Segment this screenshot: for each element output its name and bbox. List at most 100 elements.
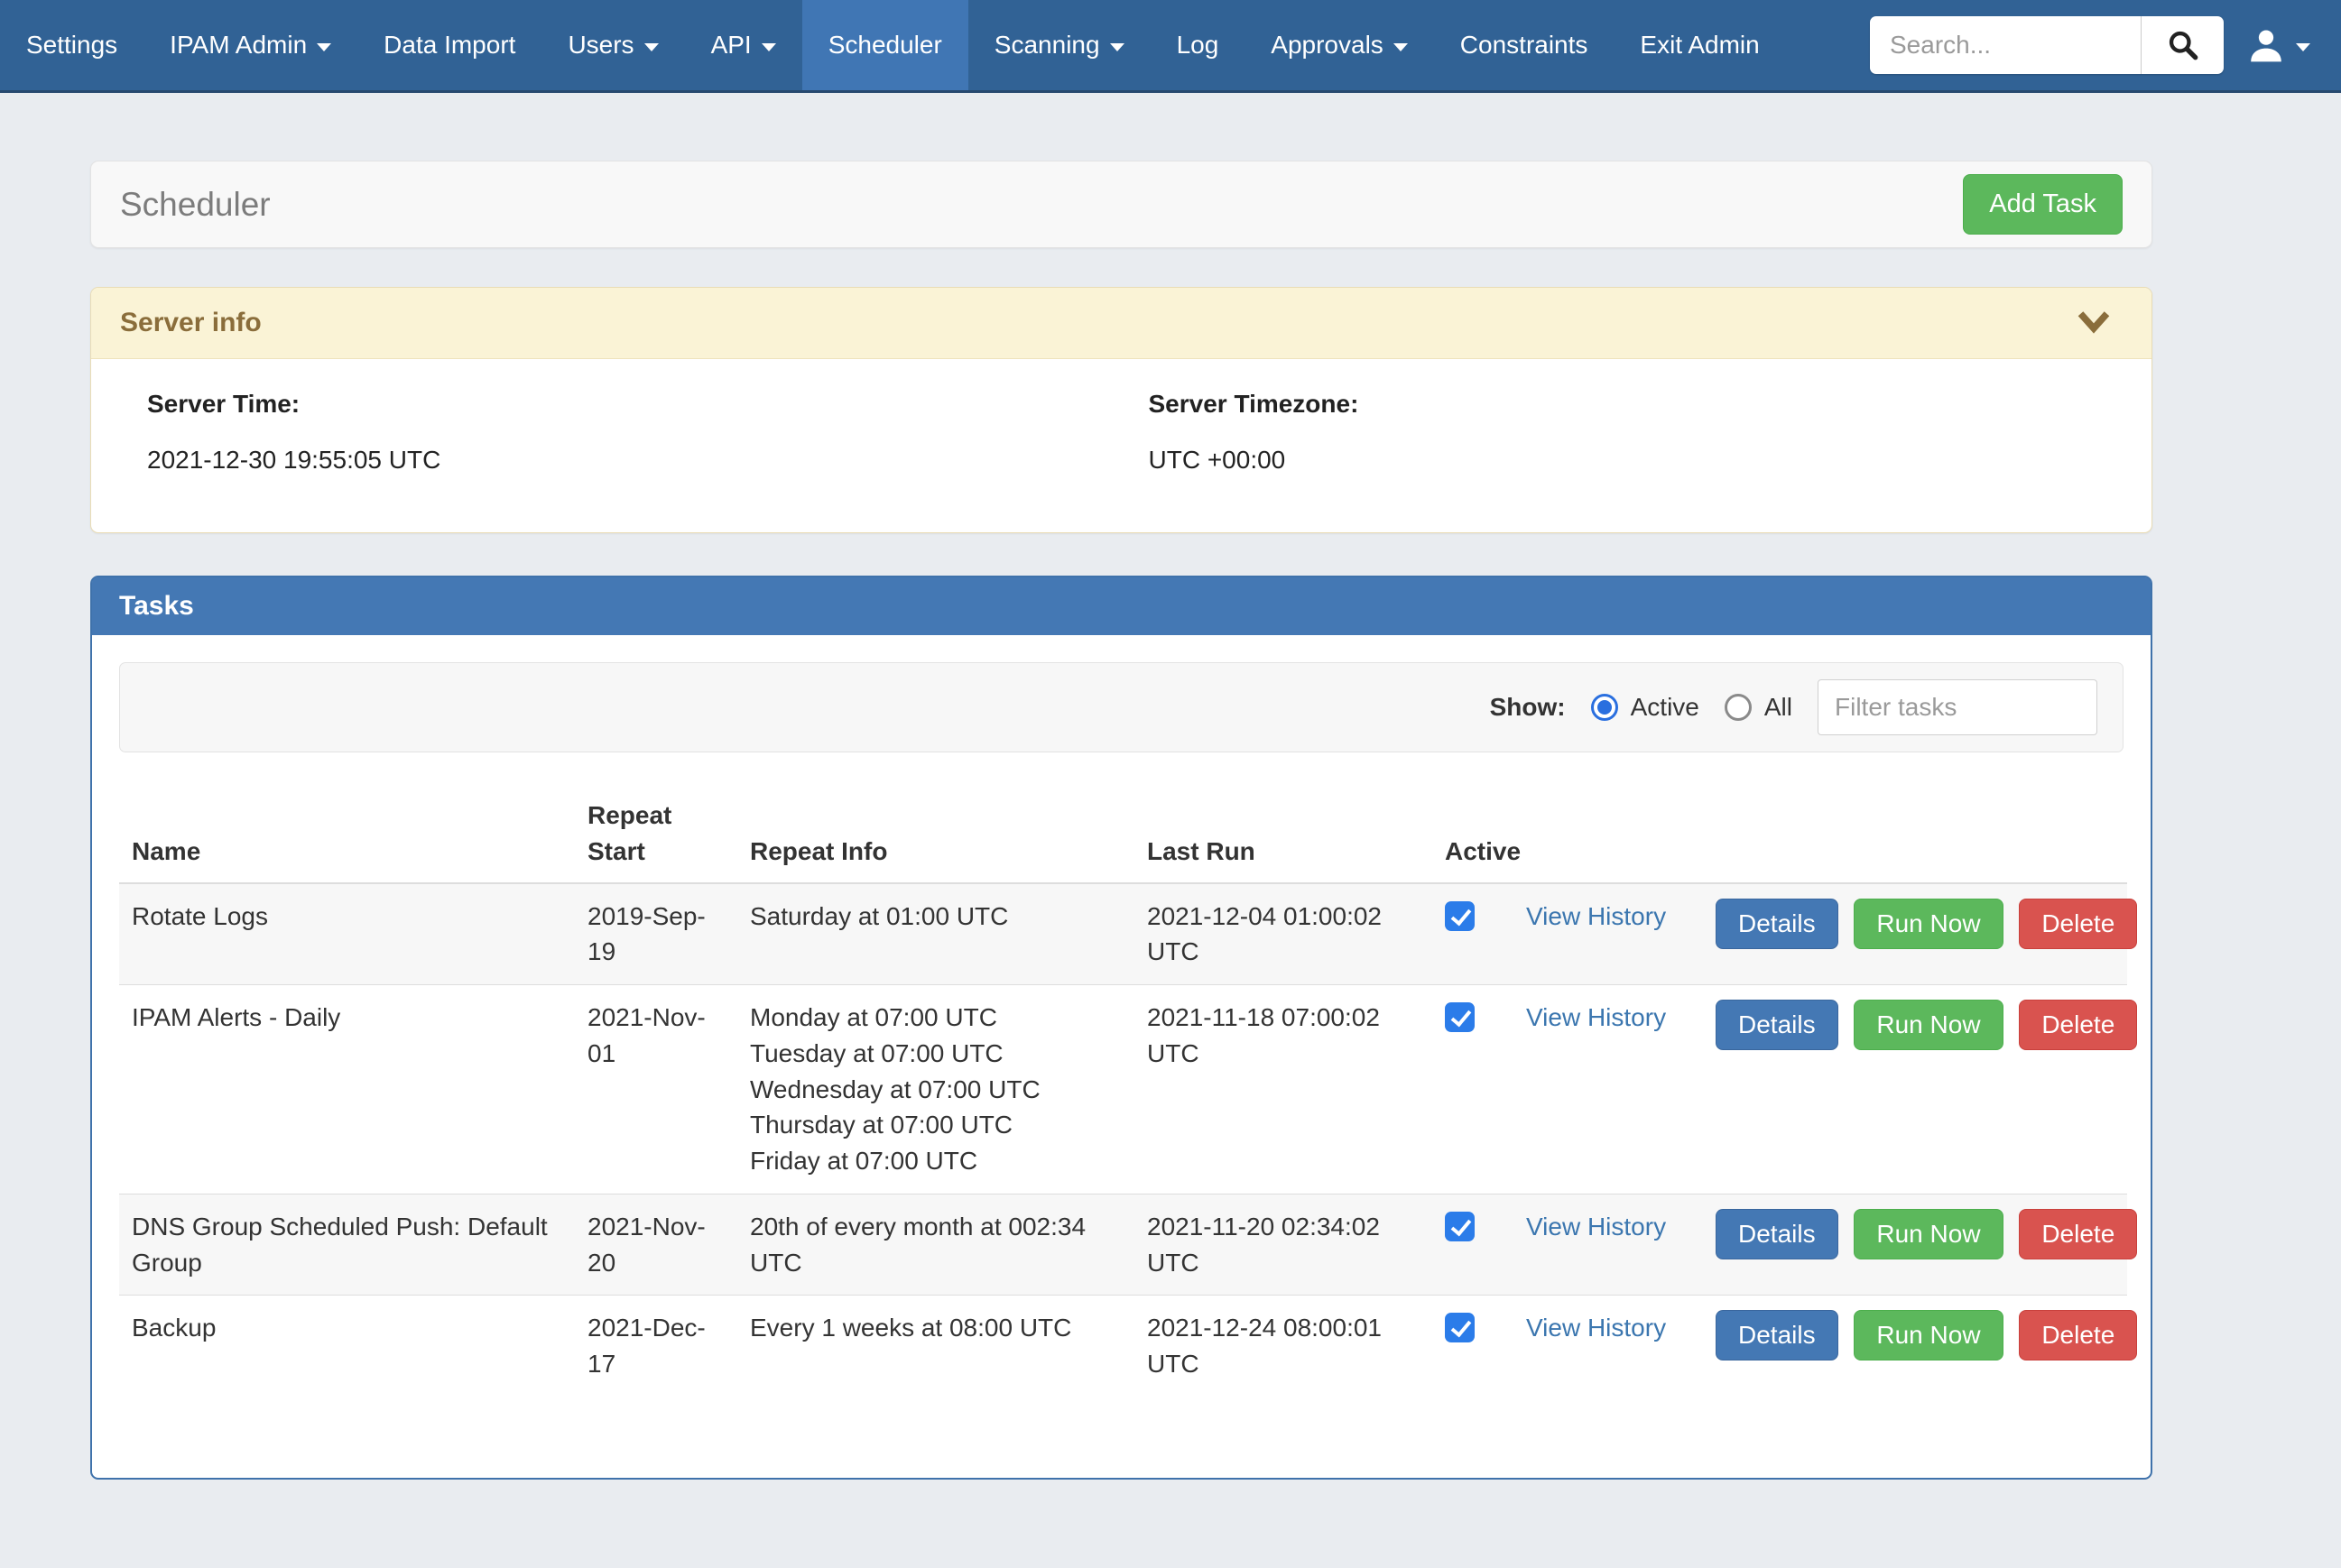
- view-history-link[interactable]: View History: [1526, 1003, 1666, 1031]
- delete-button[interactable]: Delete: [2019, 1209, 2137, 1259]
- task-repeat-info: Saturday at 01:00 UTC: [737, 883, 1134, 985]
- details-button[interactable]: Details: [1716, 1000, 1838, 1050]
- nav-item-approvals[interactable]: Approvals: [1245, 0, 1434, 90]
- radio-show-active[interactable]: Active: [1591, 693, 1699, 722]
- server-time-label: Server Time:: [147, 390, 1122, 419]
- filter-tasks-input[interactable]: [1818, 679, 2097, 735]
- page-title: Scheduler: [120, 186, 271, 224]
- task-name: DNS Group Scheduled Push: Default Group: [119, 1194, 575, 1296]
- task-repeat-info: 20th of every month at 002:34 UTC: [737, 1194, 1134, 1296]
- details-button[interactable]: Details: [1716, 899, 1838, 949]
- delete-button[interactable]: Delete: [2019, 1310, 2137, 1360]
- collapse-toggle-button[interactable]: [2065, 311, 2123, 335]
- chevron-down-icon: [1393, 43, 1408, 51]
- task-repeat-start: 2019-Sep-19: [575, 883, 737, 985]
- server-time-value: 2021-12-30 19:55:05 UTC: [147, 446, 1122, 475]
- nav-item-ipam-admin[interactable]: IPAM Admin: [143, 0, 357, 90]
- radio-show-all[interactable]: All: [1725, 693, 1792, 722]
- navbar-right: [1870, 0, 2341, 90]
- tasks-filter-bar: Show: Active All: [119, 662, 2124, 752]
- col-header-active: Active: [1432, 785, 1513, 883]
- nav-items: Settings IPAM Admin Data Import Users AP…: [0, 0, 1786, 90]
- task-repeat-start: 2021-Dec-17: [575, 1296, 737, 1397]
- server-timezone-value: UTC +00:00: [1149, 446, 2124, 475]
- task-last-run: 2021-11-20 02:34:02 UTC: [1134, 1194, 1432, 1296]
- view-history-link[interactable]: View History: [1526, 902, 1666, 930]
- col-header-name: Name: [119, 785, 575, 883]
- table-row: Rotate Logs 2019-Sep-19 Saturday at 01:0…: [119, 883, 2127, 985]
- task-name: IPAM Alerts - Daily: [119, 985, 575, 1194]
- server-info-title: Server info: [120, 308, 262, 338]
- top-navbar: Settings IPAM Admin Data Import Users AP…: [0, 0, 2341, 93]
- search-icon: [2167, 29, 2199, 61]
- table-row: IPAM Alerts - Daily 2021-Nov-01 Monday a…: [119, 985, 2127, 1194]
- radio-active-label: Active: [1631, 693, 1699, 722]
- nav-item-exit-admin[interactable]: Exit Admin: [1614, 0, 1785, 90]
- table-row: Backup 2021-Dec-17 Every 1 weeks at 08:0…: [119, 1296, 2127, 1397]
- run-now-button[interactable]: Run Now: [1854, 899, 2003, 949]
- nav-item-data-import[interactable]: Data Import: [357, 0, 541, 90]
- task-active-checkbox[interactable]: [1445, 1212, 1475, 1241]
- view-history-link[interactable]: View History: [1526, 1213, 1666, 1241]
- task-name: Rotate Logs: [119, 883, 575, 985]
- tasks-panel-body: Show: Active All Name: [92, 635, 2151, 1478]
- tasks-table-body: Rotate Logs 2019-Sep-19 Saturday at 01:0…: [119, 883, 2127, 1397]
- nav-item-settings[interactable]: Settings: [0, 0, 143, 90]
- run-now-button[interactable]: Run Now: [1854, 1000, 2003, 1050]
- task-repeat-info: Every 1 weeks at 08:00 UTC: [737, 1296, 1134, 1397]
- task-active-checkbox[interactable]: [1445, 1313, 1475, 1342]
- col-header-last-run: Last Run: [1134, 785, 1432, 883]
- server-time-block: Server Time: 2021-12-30 19:55:05 UTC: [120, 390, 1122, 475]
- tasks-panel: Tasks Show: Active All: [90, 576, 2152, 1480]
- task-last-run: 2021-11-18 07:00:02 UTC: [1134, 985, 1432, 1194]
- chevron-down-icon: [2077, 311, 2110, 335]
- scheduler-title-panel: Scheduler Add Task: [90, 161, 2152, 248]
- task-active-checkbox[interactable]: [1445, 1002, 1475, 1032]
- nav-item-constraints[interactable]: Constraints: [1434, 0, 1615, 90]
- table-header-row: Name Repeat Start Repeat Info Last Run A…: [119, 785, 2127, 883]
- chevron-down-icon: [762, 43, 776, 51]
- radio-all-icon[interactable]: [1725, 694, 1752, 721]
- col-header-repeat-start: Repeat Start: [575, 785, 737, 883]
- view-history-link[interactable]: View History: [1526, 1314, 1666, 1342]
- col-header-actions: [1703, 785, 2127, 883]
- task-repeat-info: Monday at 07:00 UTCTuesday at 07:00 UTCW…: [737, 985, 1134, 1194]
- nav-item-scheduler[interactable]: Scheduler: [802, 0, 968, 90]
- task-last-run: 2021-12-24 08:00:01 UTC: [1134, 1296, 1432, 1397]
- chevron-down-icon: [317, 43, 331, 51]
- show-label: Show:: [1490, 693, 1566, 722]
- run-now-button[interactable]: Run Now: [1854, 1209, 2003, 1259]
- task-last-run: 2021-12-04 01:00:02 UTC: [1134, 883, 1432, 985]
- col-header-history: [1513, 785, 1703, 883]
- tasks-table: Name Repeat Start Repeat Info Last Run A…: [119, 785, 2127, 1397]
- user-menu[interactable]: [2247, 26, 2310, 64]
- details-button[interactable]: Details: [1716, 1209, 1838, 1259]
- chevron-down-icon: [644, 43, 659, 51]
- nav-item-api[interactable]: API: [685, 0, 802, 90]
- details-button[interactable]: Details: [1716, 1310, 1838, 1360]
- nav-item-users[interactable]: Users: [541, 0, 684, 90]
- server-timezone-label: Server Timezone:: [1149, 390, 2124, 419]
- search-group: [1870, 16, 2224, 74]
- task-active-checkbox[interactable]: [1445, 901, 1475, 931]
- delete-button[interactable]: Delete: [2019, 899, 2137, 949]
- search-input[interactable]: [1870, 16, 2141, 74]
- col-header-repeat-info: Repeat Info: [737, 785, 1134, 883]
- main-content: Scheduler Add Task Server info Server Ti…: [90, 161, 2152, 1480]
- tasks-panel-header: Tasks: [92, 577, 2151, 635]
- radio-all-label: All: [1764, 693, 1792, 722]
- search-button[interactable]: [2141, 16, 2224, 74]
- radio-active-icon[interactable]: [1591, 694, 1618, 721]
- nav-item-log[interactable]: Log: [1151, 0, 1245, 90]
- table-row: DNS Group Scheduled Push: Default Group …: [119, 1194, 2127, 1296]
- run-now-button[interactable]: Run Now: [1854, 1310, 2003, 1360]
- server-info-body: Server Time: 2021-12-30 19:55:05 UTC Ser…: [91, 359, 2151, 532]
- task-repeat-start: 2021-Nov-01: [575, 985, 737, 1194]
- nav-item-scanning[interactable]: Scanning: [968, 0, 1151, 90]
- add-task-button[interactable]: Add Task: [1963, 174, 2123, 235]
- delete-button[interactable]: Delete: [2019, 1000, 2137, 1050]
- server-info-panel: Server info Server Time: 2021-12-30 19:5…: [90, 287, 2152, 533]
- server-info-header[interactable]: Server info: [91, 288, 2151, 359]
- user-menu-caret-icon: [2296, 43, 2310, 51]
- task-name: Backup: [119, 1296, 575, 1397]
